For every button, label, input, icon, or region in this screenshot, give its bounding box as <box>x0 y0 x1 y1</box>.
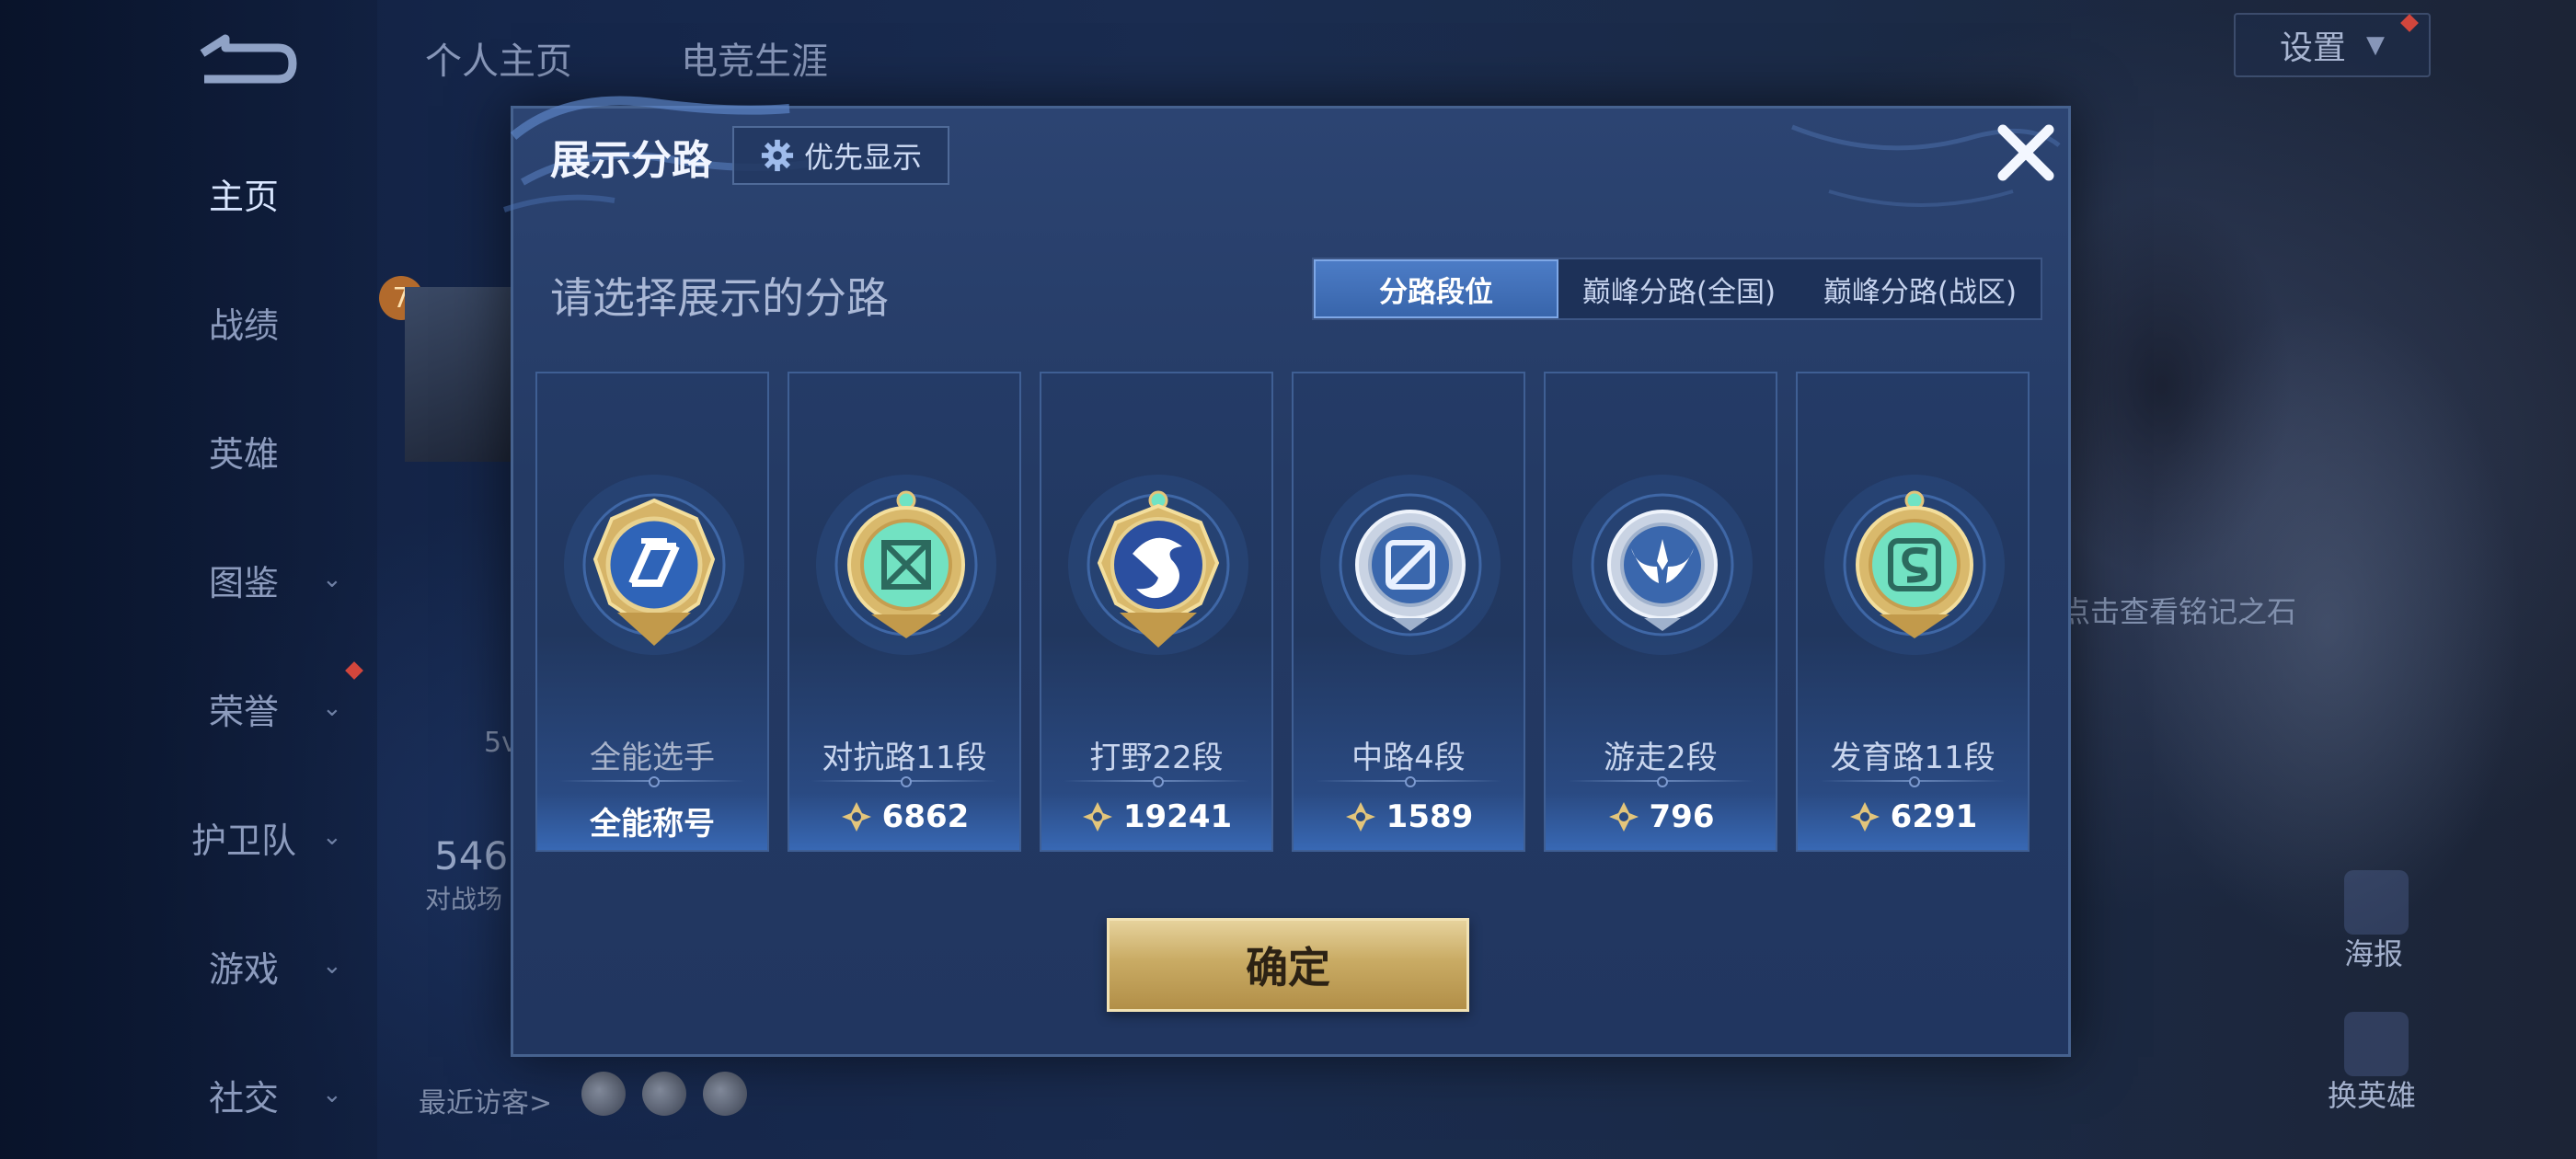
switch-hero-label[interactable]: 换英雄 <box>2328 1073 2416 1115</box>
rank-score-icon <box>1345 802 1375 832</box>
sidebar-item-label: 图鉴 <box>208 562 279 603</box>
sidebar-item-label: 主页 <box>208 176 279 217</box>
visitor-avatar[interactable] <box>642 1072 686 1116</box>
back-arrow-icon <box>200 34 297 84</box>
priority-display-label: 优先显示 <box>803 140 922 175</box>
chevron-down-icon: ⌄ <box>322 694 342 722</box>
sidebar-item-label: 游戏 <box>208 948 279 990</box>
lane-card-name: 中路4段 <box>1351 740 1466 776</box>
lane-card-value-text: 19241 <box>1122 798 1233 835</box>
lane-card-value-text: 796 <box>1649 798 1715 835</box>
lane-card-value-text: 6862 <box>881 798 970 835</box>
lane-card-roam[interactable]: 游走2段 796 <box>1544 372 1777 852</box>
lane-card-value-text: 1589 <box>1386 798 1474 835</box>
rank-type-tabs: 分路段位 巅峰分路(全国) 巅峰分路(战区) <box>1312 258 2042 320</box>
lane-card-value: 全能称号 <box>537 798 767 843</box>
tab-peak-lane-region[interactable]: 巅峰分路(战区) <box>1800 259 2041 318</box>
card-divider <box>1820 776 2006 787</box>
rank-score-icon <box>1849 802 1880 832</box>
lane-card-value: 19241 <box>1041 798 1271 835</box>
close-icon <box>1997 124 2054 181</box>
sidebar-item-label: 社交 <box>208 1077 279 1119</box>
lane-card-value: 6291 <box>1798 798 2028 835</box>
tab-profile[interactable]: 个人主页 <box>425 31 572 85</box>
card-divider <box>1064 776 1249 787</box>
rank-score-icon <box>841 802 871 832</box>
lane-card-value-text: 6291 <box>1890 798 1978 835</box>
rank-score-icon <box>1608 802 1639 832</box>
lane-card-name: 对抗路11段 <box>822 740 987 776</box>
back-button[interactable] <box>193 33 299 88</box>
lane-card-all-round[interactable]: 全能选手 全能称号 <box>535 372 769 852</box>
lane-card-name: 打野22段 <box>1089 740 1224 776</box>
lane-card-value: 796 <box>1546 798 1776 835</box>
chevron-down-icon: ⌄ <box>322 952 342 980</box>
mid-lane-emblem-icon <box>1320 475 1501 655</box>
card-divider <box>811 776 997 787</box>
poster-label[interactable]: 海报 <box>2344 931 2403 973</box>
sidebar-item[interactable]: 护卫队 ⌄ <box>175 809 359 865</box>
sidebar-item[interactable]: 社交 ⌄ <box>175 1067 359 1122</box>
visitor-avatar[interactable] <box>703 1072 747 1116</box>
confirm-button[interactable]: 确定 <box>1107 918 1469 1012</box>
sidebar-item-label: 护卫队 <box>190 820 296 861</box>
sidebar-item[interactable]: 英雄 <box>175 423 359 478</box>
rank-score-icon <box>1082 802 1112 832</box>
match-count-label: 对战场 <box>425 884 503 914</box>
chevron-down-icon: ⌄ <box>322 1081 342 1108</box>
lane-card-jungle[interactable]: 打野22段 19241 <box>1040 372 1273 852</box>
lane-card-name: 游走2段 <box>1604 740 1718 776</box>
chevron-down-icon: ⌄ <box>322 823 342 851</box>
card-divider <box>1568 776 1754 787</box>
lane-card-value: 1589 <box>1294 798 1524 835</box>
close-button[interactable] <box>1989 116 2063 189</box>
gear-icon <box>761 139 794 172</box>
lane-card-mid[interactable]: 中路4段 1589 <box>1292 372 1525 852</box>
lane-card-value-text: 全能称号 <box>590 806 715 843</box>
sidebar-item[interactable]: 荣誉 ⌄ <box>175 681 359 736</box>
card-divider <box>559 776 745 787</box>
priority-display-button[interactable]: 优先显示 <box>732 126 949 185</box>
switch-hero-icon[interactable] <box>2344 1012 2409 1076</box>
dialog-subtitle: 请选择展示的分路 <box>550 273 889 323</box>
sidebar-item-label: 荣誉 <box>208 691 279 732</box>
sidebar-item[interactable]: 图鉴 ⌄ <box>175 552 359 607</box>
tab-esports[interactable]: 电竞生涯 <box>681 31 828 85</box>
dialog-title: 展示分路 <box>550 137 712 184</box>
poster-icon[interactable] <box>2344 870 2409 935</box>
lane-card-list: 全能选手 全能称号 对抗路11段 6862 打野22段 19241 中路4段 1… <box>535 372 2030 852</box>
clash-lane-emblem-icon <box>816 475 996 655</box>
chevron-down-icon: ⌄ <box>322 566 342 593</box>
tab-peak-lane-national[interactable]: 巅峰分路(全国) <box>1558 259 1800 318</box>
chevron-down-icon: ▼ <box>2366 31 2385 59</box>
sidebar-item[interactable]: 游戏 ⌄ <box>175 938 359 993</box>
jungle-emblem-icon <box>1068 475 1248 655</box>
display-lane-dialog: 展示分路 优先显示 请选择展示的分路 分路段位 巅峰分路(全国) 巅峰分路(战区… <box>503 96 2071 1057</box>
match-count: 546 <box>434 833 509 878</box>
lane-card-clash[interactable]: 对抗路11段 6862 <box>788 372 1021 852</box>
tab-lane-rank[interactable]: 分路段位 <box>1314 259 1558 318</box>
sidebar-item-label: 战绩 <box>208 304 279 346</box>
lane-card-value: 6862 <box>789 798 1019 835</box>
farm-lane-emblem-icon <box>1824 475 2005 655</box>
sidebar-item[interactable]: 战绩 <box>175 294 359 350</box>
rune-hint[interactable]: 点击查看铭记之石 <box>2061 589 2296 631</box>
lane-card-name: 发育路11段 <box>1830 740 1995 776</box>
settings-label: 设置 <box>2279 29 2346 67</box>
card-divider <box>1316 776 1501 787</box>
recent-visitors-label[interactable]: 最近访客> <box>419 1080 552 1120</box>
all-round-emblem-icon <box>564 475 744 655</box>
roam-emblem-icon <box>1572 475 1753 655</box>
sidebar-item-label: 英雄 <box>208 433 279 475</box>
avatar[interactable] <box>405 287 515 462</box>
visitor-avatar[interactable] <box>581 1072 626 1116</box>
lane-card-farm[interactable]: 发育路11段 6291 <box>1796 372 2030 852</box>
lane-card-name: 全能选手 <box>590 740 715 776</box>
sidebar-item[interactable]: 主页 <box>175 166 359 221</box>
